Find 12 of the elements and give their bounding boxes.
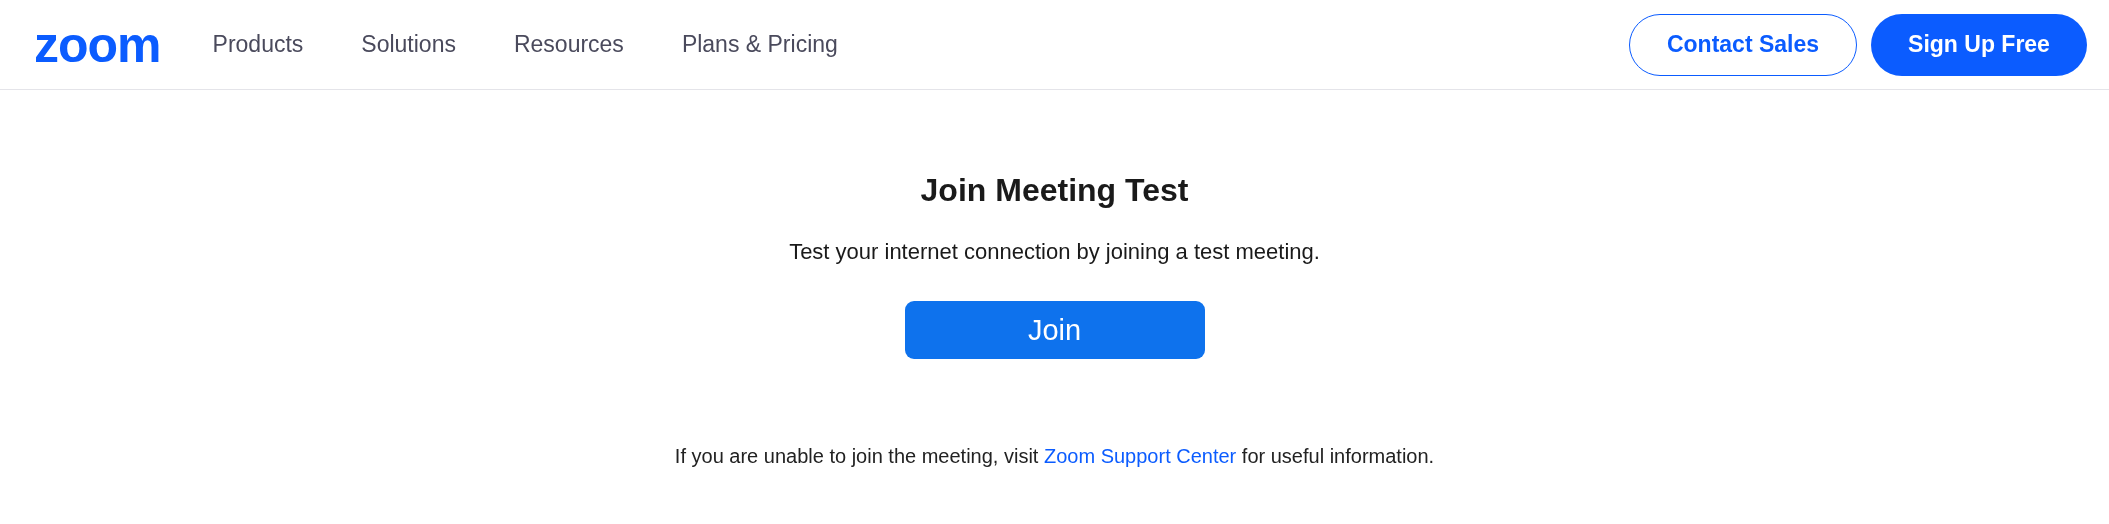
contact-button[interactable]: Contact Sales bbox=[1629, 13, 1857, 76]
nav-link[interactable]: Products bbox=[212, 31, 304, 58]
nav-link[interactable]: Resources bbox=[513, 31, 624, 58]
subtitle: Test your internet connection by joining a test meeting. bbox=[789, 239, 1320, 265]
join-button[interactable]: Join bbox=[904, 301, 1205, 359]
zoom-logo[interactable]: zoom bbox=[34, 19, 161, 70]
nav-link[interactable]: Solutions bbox=[361, 31, 456, 58]
support-link[interactable]: Zoom Support Center bbox=[1043, 445, 1237, 467]
nav-link[interactable]: Plans & Pricing bbox=[681, 31, 838, 58]
sign-up-button[interactable]: Sign Up Free bbox=[1871, 13, 2087, 76]
page-title: Join Meeting Test bbox=[920, 172, 1189, 209]
help-text: If you are unable to join the meeting, visit Zoom Support Center for useful information. bbox=[674, 445, 1435, 468]
